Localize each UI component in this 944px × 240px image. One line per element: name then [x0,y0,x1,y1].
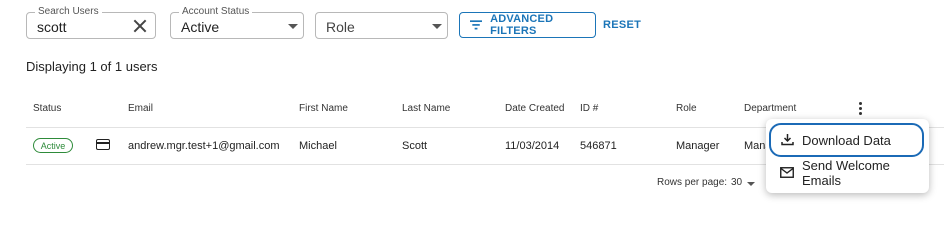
advanced-filters-button[interactable]: ADVANCED FILTERS [459,12,596,38]
id-card-icon[interactable] [96,139,110,150]
menu-item-send-welcome-emails[interactable]: Send Welcome Emails [766,158,929,188]
status-badge: Active [33,138,73,153]
results-count: Displaying 1 of 1 users [26,59,158,74]
menu-item-label: Send Welcome Emails [802,158,890,188]
column-header-first-name[interactable]: First Name [299,103,348,114]
download-icon [781,134,794,146]
account-status-dropdown-icon [288,24,298,29]
search-users-label: Search Users [35,6,102,18]
reset-button[interactable]: RESET [603,19,641,31]
filter-icon [470,20,483,30]
column-header-last-name[interactable]: Last Name [402,103,450,114]
menu-item-download-data[interactable]: Download Data [769,123,924,157]
cell-role: Manager [676,140,720,152]
search-users-input[interactable]: scott [37,18,67,36]
clear-search-icon[interactable] [133,19,147,33]
account-status-select[interactable]: Account Status Active [170,6,304,39]
role-dropdown-icon [432,24,442,29]
role-placeholder: Role [326,19,355,35]
column-header-id[interactable]: ID # [580,103,598,114]
mail-icon [780,167,794,178]
more-options-icon[interactable] [858,102,864,116]
column-header-department[interactable]: Department [744,103,796,114]
cell-email: andrew.mgr.test+1@gmail.com [128,140,280,152]
cell-date-created: 11/03/2014 [505,140,560,152]
menu-item-label: Download Data [802,132,891,148]
cell-id: 546871 [580,140,617,152]
account-status-label: Account Status [179,6,253,18]
rows-per-page-select[interactable]: 30 [731,177,755,188]
more-options-menu: Download Data Send Welcome Emails [766,119,929,193]
cell-first-name: Michael [299,140,337,152]
cell-last-name: Scott [402,140,428,152]
role-select[interactable]: Role [315,12,448,39]
column-header-date-created[interactable]: Date Created [505,103,564,114]
advanced-filters-label: ADVANCED FILTERS [490,13,554,37]
column-header-email[interactable]: Email [128,103,153,114]
search-users-field[interactable]: Search Users scott [26,6,156,39]
account-status-value: Active [181,19,220,35]
rows-per-page-label: Rows per page: [657,177,728,188]
column-header-status[interactable]: Status [33,103,61,114]
rows-per-page-dropdown-icon [747,182,755,186]
rows-per-page-value: 30 [731,177,743,188]
column-header-role[interactable]: Role [676,103,697,114]
